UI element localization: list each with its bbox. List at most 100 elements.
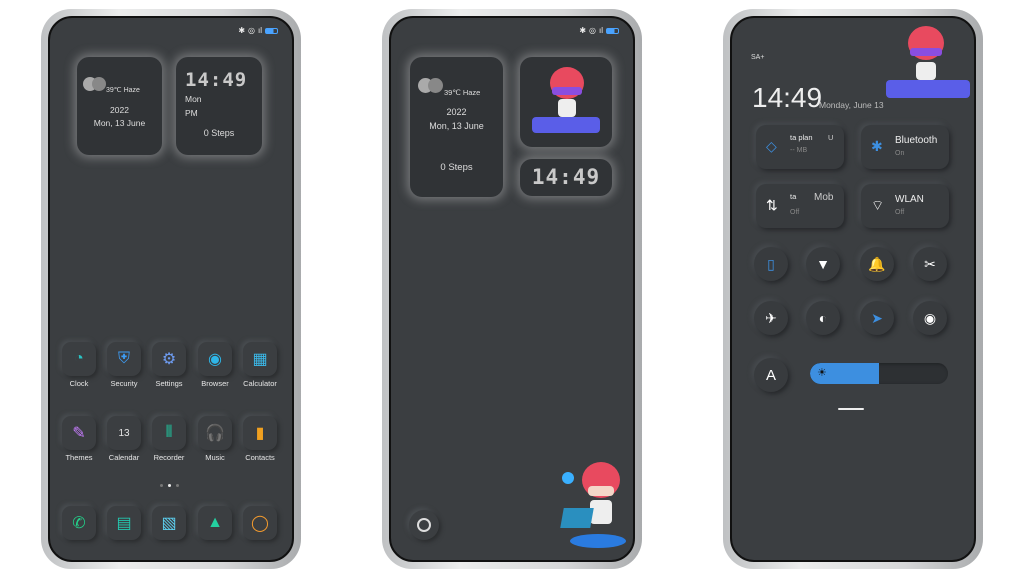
message-icon: ▤ <box>116 515 132 532</box>
clock-time: 14:49 <box>185 69 248 91</box>
weather-date-widget[interactable]: 39℃ Haze 2022 Mon, 13 June <box>77 57 162 155</box>
app-settings[interactable]: ⚙ <box>152 342 186 376</box>
data-arrows-icon: ⇅ <box>766 197 778 213</box>
clock-time: 14:49 <box>531 165 601 189</box>
toggle-vibrate[interactable]: ▯ <box>754 247 788 281</box>
day-text: Mon <box>185 94 202 104</box>
screenshot-icon: ✂ <box>924 255 936 272</box>
auto-brightness-label: A <box>765 366 776 384</box>
app-label: Calculator <box>243 379 277 388</box>
tile-title: ta plan <box>790 133 813 142</box>
weather-haze-icon <box>418 78 444 93</box>
tile-ta-plan[interactable]: ◇ ta plan U -- MB <box>756 125 844 169</box>
app-themes[interactable]: ✎ <box>62 416 96 450</box>
tile-title: Bluetooth <box>895 135 938 146</box>
tile-status: -- MB <box>790 147 808 154</box>
phone-control-center: SA+ 14:49 Monday, June 13 ◇ ta plan U --… <box>723 9 983 569</box>
weather-steps-widget[interactable]: 39℃ Haze 2022 Mon, 13 June 0 Steps <box>410 57 503 197</box>
status-bar: ✱ ◎ ıl <box>579 26 619 35</box>
app-security[interactable]: ⛨ <box>107 342 141 376</box>
shield-icon: ⛨ <box>117 350 130 367</box>
brightness-fill: ☀ <box>810 363 879 384</box>
tile-extra: Mob <box>814 192 834 203</box>
collapse-handle[interactable] <box>838 408 864 410</box>
app-clock[interactable]: ◔ <box>62 342 96 376</box>
calendar-icon: 13 <box>118 427 130 439</box>
signal-icon: ıl <box>599 26 603 35</box>
airplane-icon: ✈ <box>765 309 777 326</box>
brightness-slider[interactable]: ☀ <box>810 363 948 384</box>
toggle-contrast[interactable]: ◐ <box>806 301 840 335</box>
year-text: 2022 <box>110 105 129 115</box>
calculator-icon: ▦ <box>252 351 268 368</box>
tile-bluetooth[interactable]: ✱ Bluetooth On <box>861 125 949 169</box>
wifi-icon: ⌔ <box>871 197 885 213</box>
gallery-icon: ▲ <box>207 514 223 531</box>
app-calculator[interactable]: ▦ <box>243 342 277 376</box>
headphones-icon: 🎧 <box>205 425 225 442</box>
nfc-icon: ◎ <box>248 26 255 35</box>
app-calendar[interactable]: 13 <box>107 416 141 450</box>
carrier-label: SA+ <box>751 54 765 61</box>
toggle-flashlight[interactable]: ▼ <box>806 247 840 281</box>
tile-title: WLAN <box>895 194 924 205</box>
location-icon: ➤ <box>871 309 883 326</box>
dock-phone-button[interactable]: ✆ <box>62 506 96 540</box>
tile-status: Off <box>790 209 800 216</box>
app-label: Contacts <box>245 453 275 462</box>
sun-icon: ☀ <box>817 367 827 379</box>
camera-shortcut-button[interactable] <box>409 510 439 540</box>
camera-icon <box>417 518 431 532</box>
page-indicator[interactable] <box>160 484 179 487</box>
weather-text: 39℃ Haze <box>106 87 140 94</box>
tile-title: ta <box>790 192 797 201</box>
date-text: Mon, 13 June <box>429 121 484 131</box>
toggle-eye[interactable]: ◉ <box>913 301 947 335</box>
digital-clock-widget[interactable]: 14:49 <box>520 159 612 196</box>
dock-message-button[interactable]: ▤ <box>107 506 141 540</box>
tile-wlan[interactable]: ⌔ WLAN Off <box>861 184 949 228</box>
app-music[interactable]: 🎧 <box>198 416 232 450</box>
date-text: Monday, June 13 <box>819 100 884 110</box>
clock-time: 14:49 <box>752 82 823 113</box>
bell-icon: 🔔 <box>868 255 886 272</box>
brush-icon: ✎ <box>72 425 86 442</box>
nfc-icon: ◎ <box>589 26 596 35</box>
eye-icon: ◉ <box>923 309 937 326</box>
dock-camera-button[interactable]: ◯ <box>243 506 277 540</box>
home-screen: ✱ ◎ ıl 39℃ Haze 2022 Mon, 13 June 14:49 Mo… <box>48 16 294 562</box>
phone-widget-screen: ✱ ◎ ıl 39℃ Haze 2022 Mon, 13 June 0 Steps … <box>382 9 642 569</box>
toggle-screenshot[interactable]: ✂ <box>913 247 947 281</box>
signal-icon: ıl <box>258 26 262 35</box>
battery-icon <box>265 27 278 34</box>
vibrate-icon: ▯ <box>767 255 775 272</box>
tile-extra: U <box>828 133 834 142</box>
app-browser[interactable]: ◉ <box>198 342 232 376</box>
auto-brightness-button[interactable]: A <box>754 358 788 392</box>
contacts-icon: ▮ <box>255 425 265 442</box>
toggle-airplane[interactable]: ✈ <box>754 301 788 335</box>
character-laptop-image <box>556 458 633 553</box>
dock-notes-button[interactable]: ▧ <box>152 506 186 540</box>
app-contacts[interactable]: ▮ <box>243 416 277 450</box>
clock-icon: ◔ <box>74 350 84 367</box>
notes-icon: ▧ <box>161 515 177 532</box>
toggle-location[interactable]: ➤ <box>860 301 894 335</box>
year-text: 2022 <box>446 107 467 117</box>
bluetooth-icon: ✱ <box>579 26 587 35</box>
dj-character-image <box>530 65 602 140</box>
waveform-icon: ⦀ <box>165 424 173 441</box>
phone-home-screen: ✱ ◎ ıl 39℃ Haze 2022 Mon, 13 June 14:49 Mo… <box>41 9 301 569</box>
toggle-bell[interactable]: 🔔 <box>860 247 894 281</box>
app-recorder[interactable]: ⦀ <box>152 416 186 450</box>
compass-icon: ◉ <box>208 351 222 368</box>
dj-character-image <box>882 22 974 104</box>
clock-widget[interactable]: 14:49 Mon PM 0 Steps <box>176 57 262 155</box>
tile-ta[interactable]: ⇅ ta Mob Off <box>756 184 844 228</box>
weather-text: 39℃ Haze <box>444 88 481 97</box>
steps-text: 0 Steps <box>440 162 473 173</box>
phone-icon: ✆ <box>72 515 86 532</box>
dock-gallery-button[interactable]: ▲ <box>198 506 232 540</box>
weather-haze-icon <box>83 77 107 91</box>
dj-character-widget[interactable] <box>520 57 612 147</box>
